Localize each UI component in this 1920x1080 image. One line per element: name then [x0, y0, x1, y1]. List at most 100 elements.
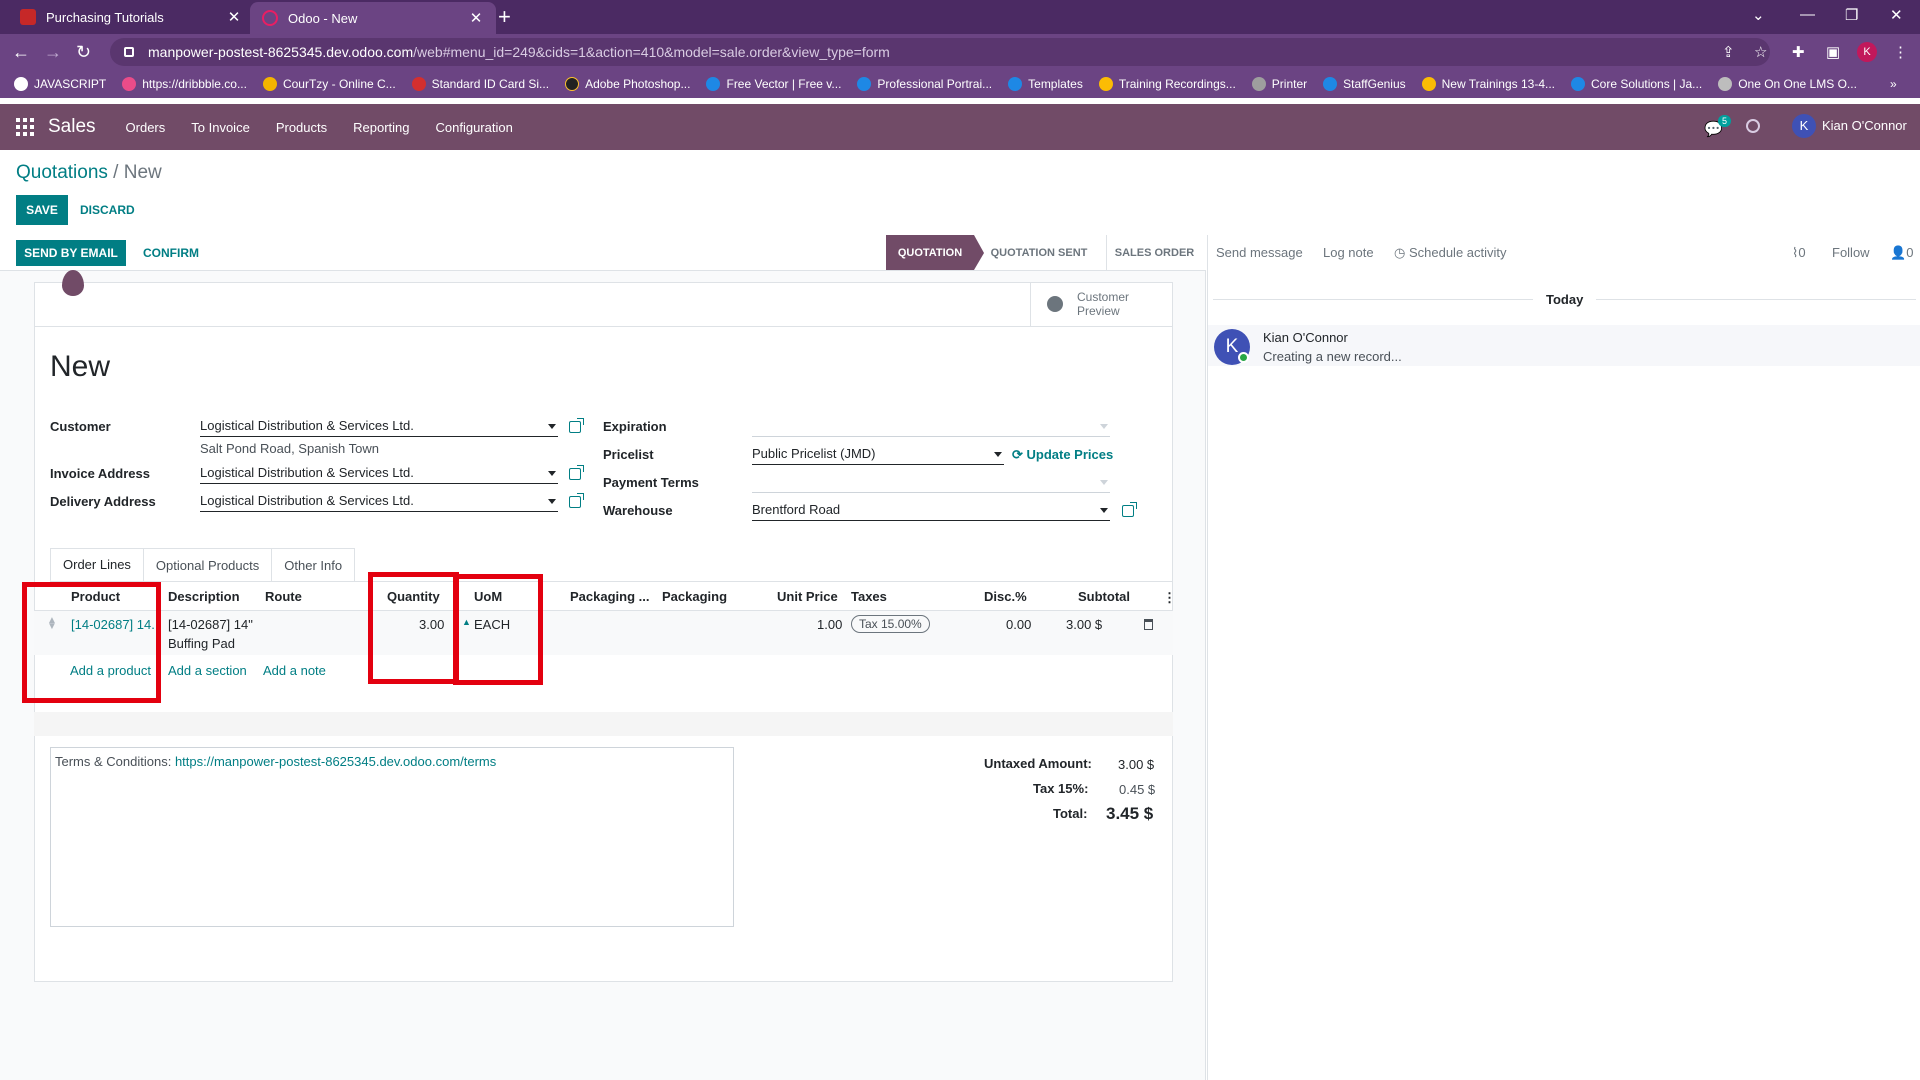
- dropdown-caret-icon[interactable]: [994, 452, 1002, 457]
- extensions-icon[interactable]: ✚: [1792, 43, 1805, 61]
- bookmark[interactable]: Professional Portrai...: [857, 77, 992, 91]
- stage-sales-order[interactable]: SALES ORDER: [1106, 235, 1202, 270]
- warehouse-field[interactable]: Brentford Road: [752, 500, 1110, 521]
- schedule-activity-button[interactable]: ◷ Schedule activity: [1394, 245, 1507, 261]
- customer-field[interactable]: Logistical Distribution & Services Ltd.: [200, 416, 558, 437]
- restore-icon[interactable]: ❐: [1845, 6, 1858, 24]
- new-tab-button[interactable]: +: [498, 4, 511, 30]
- bookmark[interactable]: Standard ID Card Si...: [411, 77, 549, 91]
- bookmark[interactable]: One On One LMS O...: [1718, 77, 1857, 91]
- terms-and-conditions-field[interactable]: Terms & Conditions: https://manpower-pos…: [50, 747, 734, 927]
- payment-terms-field[interactable]: [752, 472, 1110, 493]
- column-discount[interactable]: Disc.%: [984, 589, 1027, 604]
- send-message-button[interactable]: Send message: [1216, 245, 1303, 260]
- breadcrumb-quotations[interactable]: Quotations: [16, 162, 108, 183]
- line-discount[interactable]: 0.00: [1006, 617, 1031, 632]
- dropdown-caret-icon[interactable]: [548, 424, 556, 429]
- tab-other-info[interactable]: Other Info: [271, 548, 356, 581]
- bookmark[interactable]: StaffGenius: [1323, 77, 1406, 91]
- user-avatar[interactable]: K: [1792, 114, 1816, 138]
- menu-to-invoice[interactable]: To Invoice: [191, 120, 250, 135]
- column-route[interactable]: Route: [265, 589, 302, 604]
- bookmark-star-icon[interactable]: ☆: [1754, 43, 1767, 61]
- more-bookmarks-button[interactable]: »: [1890, 77, 1897, 91]
- dropdown-caret-icon[interactable]: [1100, 480, 1108, 485]
- browser-tab-odoo[interactable]: Odoo - New ✕: [250, 2, 496, 34]
- customer-preview-button[interactable]: Customer Preview: [1030, 282, 1173, 327]
- minimize-icon[interactable]: —: [1800, 6, 1815, 23]
- close-window-icon[interactable]: ✕: [1890, 6, 1903, 24]
- bookmark[interactable]: Printer: [1251, 77, 1307, 91]
- line-unit-price[interactable]: 1.00: [817, 617, 842, 632]
- save-button[interactable]: SAVE: [16, 195, 68, 225]
- add-section-link[interactable]: Add a section: [168, 663, 247, 678]
- terms-link[interactable]: https://manpower-postest-8625345.dev.odo…: [175, 754, 496, 769]
- tax-tag[interactable]: Tax 15.00%: [851, 615, 930, 633]
- bookmark[interactable]: Training Recordings...: [1098, 77, 1236, 91]
- close-tab-icon[interactable]: ✕: [226, 8, 242, 26]
- close-tab-icon[interactable]: ✕: [468, 9, 484, 27]
- column-subtotal[interactable]: Subtotal: [1078, 589, 1130, 604]
- menu-reporting[interactable]: Reporting: [353, 120, 409, 135]
- follow-button[interactable]: Follow: [1832, 245, 1870, 260]
- pricelist-field[interactable]: Public Pricelist (JMD): [752, 444, 1004, 465]
- menu-configuration[interactable]: Configuration: [436, 120, 513, 135]
- column-packaging[interactable]: Packaging: [662, 589, 727, 604]
- add-note-link[interactable]: Add a note: [263, 663, 326, 678]
- dropdown-caret-icon[interactable]: [1100, 424, 1108, 429]
- bookmark[interactable]: Core Solutions | Ja...: [1571, 77, 1702, 91]
- log-note-button[interactable]: Log note: [1323, 245, 1374, 260]
- bookmark[interactable]: Free Vector | Free v...: [706, 77, 841, 91]
- confirm-button[interactable]: CONFIRM: [143, 246, 199, 260]
- discard-button[interactable]: DISCARD: [80, 203, 135, 217]
- column-taxes[interactable]: Taxes: [851, 589, 887, 604]
- dropdown-caret-icon[interactable]: [548, 471, 556, 476]
- message-author[interactable]: Kian O'Connor: [1263, 330, 1348, 345]
- update-prices-button[interactable]: ⟳ Update Prices: [1012, 447, 1113, 463]
- tab-search-icon[interactable]: ⌄: [1752, 6, 1765, 24]
- send-by-email-button[interactable]: SEND BY EMAIL: [16, 240, 126, 266]
- browser-menu-icon[interactable]: ⋮: [1893, 43, 1908, 61]
- tab-optional-products[interactable]: Optional Products: [142, 548, 273, 581]
- followers-button[interactable]: 👤0: [1890, 245, 1913, 261]
- column-unit-price[interactable]: Unit Price: [777, 589, 838, 604]
- delivery-address-field[interactable]: Logistical Distribution & Services Ltd.: [200, 491, 558, 512]
- column-description[interactable]: Description: [168, 589, 240, 604]
- bookmark[interactable]: JAVASCRIPT: [14, 77, 106, 91]
- external-link-icon[interactable]: [569, 465, 584, 480]
- delete-line-icon[interactable]: [1144, 619, 1153, 630]
- stage-quotation[interactable]: QUOTATION: [886, 235, 974, 270]
- side-panel-icon[interactable]: ▣: [1826, 43, 1840, 61]
- column-packaging-qty[interactable]: Packaging ...: [570, 589, 649, 604]
- dropdown-caret-icon[interactable]: [1100, 508, 1108, 513]
- tab-order-lines[interactable]: Order Lines: [50, 548, 144, 581]
- stage-quotation-sent[interactable]: QUOTATION SENT: [986, 235, 1092, 270]
- external-link-icon[interactable]: [1122, 502, 1137, 517]
- bookmark[interactable]: CourTzy - Online C...: [262, 77, 396, 91]
- bookmark[interactable]: https://dribbble.co...: [122, 77, 247, 91]
- bookmark[interactable]: Templates: [1008, 77, 1083, 91]
- reload-icon[interactable]: ↻: [76, 42, 91, 63]
- external-link-icon[interactable]: [569, 493, 584, 508]
- browser-profile-avatar[interactable]: K: [1857, 42, 1877, 62]
- menu-orders[interactable]: Orders: [126, 120, 166, 135]
- bookmark[interactable]: Adobe Photoshop...: [565, 77, 690, 91]
- browser-tab-purchasing[interactable]: Purchasing Tutorials ✕: [8, 0, 254, 34]
- app-brand[interactable]: Sales: [48, 116, 96, 138]
- line-description-2[interactable]: Buffing Pad: [168, 636, 235, 651]
- line-description-1[interactable]: [14-02687] 14": [168, 617, 253, 632]
- forward-icon[interactable]: →: [44, 42, 62, 63]
- app-switcher-icon[interactable]: [16, 118, 34, 136]
- menu-products[interactable]: Products: [276, 120, 327, 135]
- invoice-address-field[interactable]: Logistical Distribution & Services Ltd.: [200, 463, 558, 484]
- url-field[interactable]: manpower-postest-8625345.dev.odoo.com/we…: [110, 38, 1770, 66]
- optional-columns-icon[interactable]: ⋮: [1163, 590, 1176, 606]
- attachments-button[interactable]: ⌇0: [1792, 245, 1806, 261]
- external-link-icon[interactable]: [569, 418, 584, 433]
- back-icon[interactable]: ←: [12, 42, 30, 63]
- share-icon[interactable]: ⇪: [1722, 43, 1735, 61]
- bookmark[interactable]: New Trainings 13-4...: [1421, 77, 1555, 91]
- user-menu[interactable]: Kian O'Connor: [1822, 118, 1907, 133]
- expiration-field[interactable]: [752, 416, 1110, 437]
- activities-icon[interactable]: [1746, 119, 1760, 133]
